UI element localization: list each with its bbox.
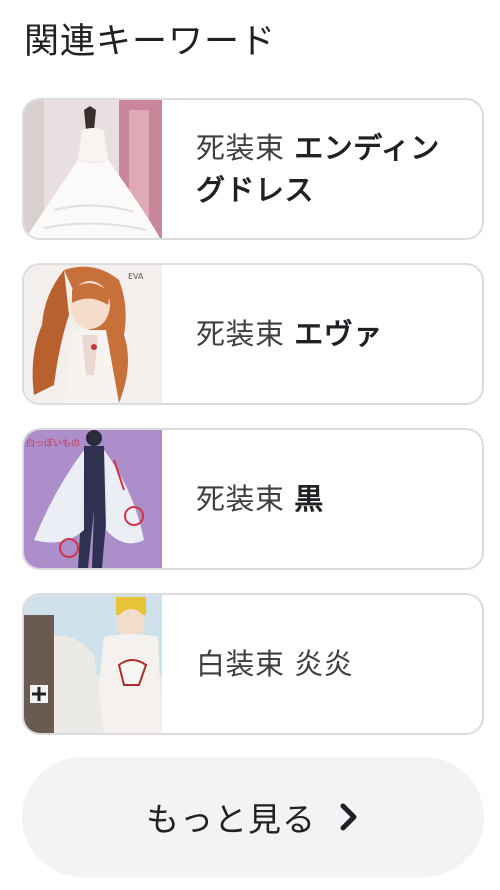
keyword-plain-text: 死装束 xyxy=(196,317,295,351)
keyword-label: 死装束 黒 xyxy=(162,430,482,568)
chevron-right-icon xyxy=(338,802,360,832)
related-keyword-card-3[interactable]: 白っぽいもの 死装束 黒 xyxy=(22,428,484,570)
related-keyword-card-1[interactable]: 死装束 エンディングドレス xyxy=(22,98,484,240)
keyword-plain-text: 死装束 xyxy=(196,131,295,165)
show-more-button[interactable]: もっと見る xyxy=(22,757,484,877)
related-keyword-card-4[interactable]: 白装束 炎炎 xyxy=(22,593,484,735)
keyword-bold-text: 黒 xyxy=(294,482,324,516)
wedding-dress-photo xyxy=(24,100,162,238)
show-more-label: もっと見る xyxy=(146,800,316,839)
thumbnail-image: 白っぽいもの xyxy=(24,430,162,568)
keyword-plain-text: 死装束 xyxy=(196,482,295,516)
keyword-bold-text: エヴァ xyxy=(294,317,383,351)
keyword-label: 白装束 炎炎 xyxy=(162,595,482,733)
svg-text:白っぽいもの: 白っぽいもの xyxy=(26,437,80,449)
section-title: 関連キーワード xyxy=(24,22,277,62)
related-keyword-card-2[interactable]: EVA 死装束 エヴァ xyxy=(22,263,484,405)
costume-sketch-purple: 白っぽいもの xyxy=(24,430,162,568)
thumbnail-image: EVA xyxy=(24,265,162,403)
anime-girl-orange-hair: EVA xyxy=(24,265,162,403)
keyword-plain-text: 白装束 炎炎 xyxy=(196,647,354,681)
keyword-label: 死装束 エンディングドレス xyxy=(162,100,482,238)
thumbnail-image xyxy=(24,595,162,733)
anime-characters-white-robes xyxy=(24,595,162,733)
related-keywords-list: 死装束 エンディングドレス EVA 死装束 エヴァ 白っぽいもの 死装束 黒 白… xyxy=(22,98,484,758)
keyword-label: 死装束 エヴァ xyxy=(162,265,482,403)
thumbnail-image xyxy=(24,100,162,238)
svg-text:EVA: EVA xyxy=(128,272,144,281)
